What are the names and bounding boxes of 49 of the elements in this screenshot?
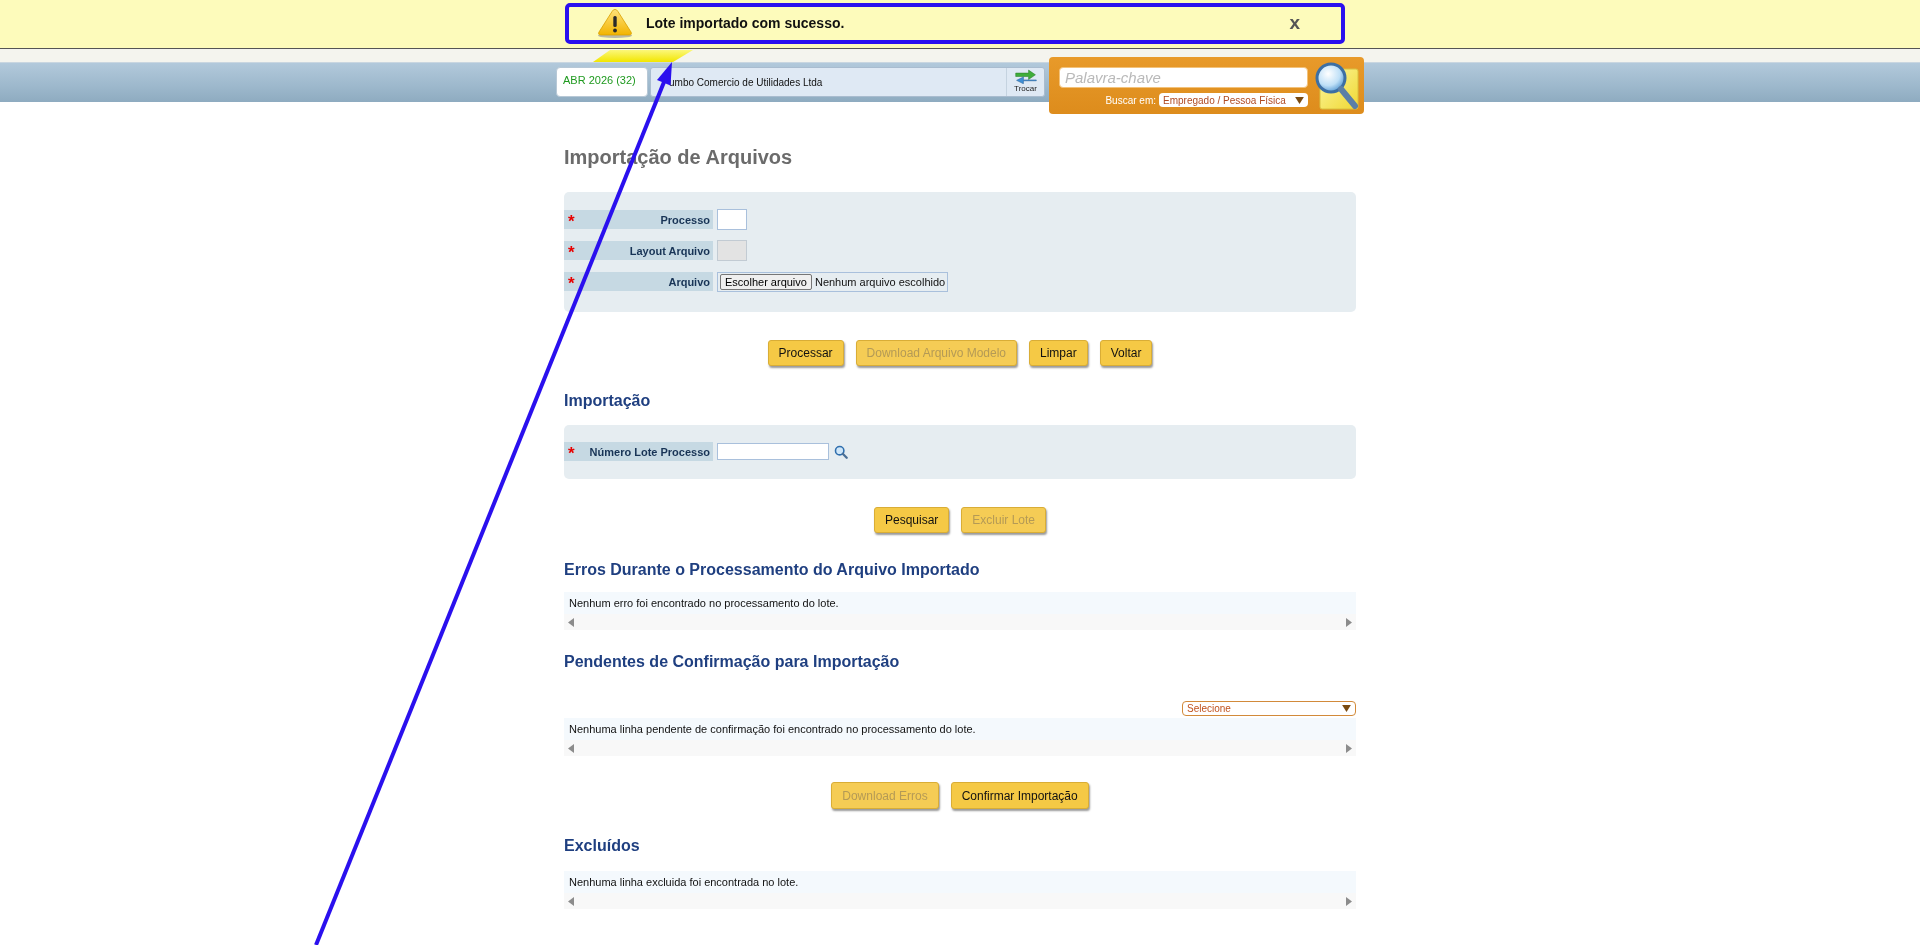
required-mark: * xyxy=(568,444,575,459)
action-button[interactable]: Limpar xyxy=(1029,340,1088,366)
section-heading: Pendentes de Confirmação para Importação xyxy=(564,652,901,672)
file-status-text: Nenhum arquivo escolhido xyxy=(814,275,946,288)
file-field[interactable]: Escolher arquivo Nenhum arquivo escolhido xyxy=(717,271,949,292)
filter-select[interactable]: Selecione xyxy=(1182,701,1356,716)
caret-icon xyxy=(1342,705,1351,712)
warning-icon xyxy=(596,8,634,38)
caret-icon xyxy=(1295,96,1304,104)
field-label: Número Lote Processo xyxy=(589,445,710,458)
horizontal-scrollbar[interactable] xyxy=(564,740,1356,756)
section-heading: Excluídos xyxy=(564,836,641,856)
scroll-right-icon[interactable] xyxy=(1346,617,1352,627)
scroll-right-icon[interactable] xyxy=(1346,743,1352,753)
scroll-left-icon[interactable] xyxy=(568,743,574,753)
field-label: Layout Arquivo xyxy=(629,244,710,257)
period-tab[interactable]: ABR 2026 (32) xyxy=(556,67,648,97)
switch-company-button[interactable]: Trocar xyxy=(1006,68,1044,96)
action-button[interactable]: Voltar xyxy=(1099,340,1153,366)
horizontal-scrollbar[interactable] xyxy=(564,893,1356,909)
close-button[interactable]: x xyxy=(1286,13,1303,33)
search-icon xyxy=(1314,61,1360,111)
action-button[interactable]: Processar xyxy=(767,340,844,366)
scroll-right-icon[interactable] xyxy=(1346,896,1352,906)
choose-file-button[interactable]: Escolher arquivo xyxy=(720,273,812,290)
search-scope-select[interactable]: Empregado / Pessoa Física xyxy=(1159,93,1308,107)
notification-message: Lote importado com sucesso. xyxy=(646,15,845,31)
swap-arrows-icon xyxy=(1013,69,1038,84)
section-heading: Erros Durante o Processamento do Arquivo Importado xyxy=(564,560,981,580)
search-button[interactable] xyxy=(1314,61,1360,111)
required-mark: * xyxy=(568,243,575,258)
empty-message: Nenhuma linha pendente de confirmação foi encontrado no processamento do lote. xyxy=(564,718,1356,740)
action-button[interactable]: Confirmar Importação xyxy=(950,782,1089,809)
empty-message: Nenhuma linha excluida foi encontrada no lote. xyxy=(564,871,1356,893)
empty-message: Nenhum erro foi encontrado no processamento do lote. xyxy=(564,592,1356,614)
field-label: Arquivo xyxy=(668,275,710,288)
batch-number-field[interactable] xyxy=(717,443,829,460)
horizontal-scrollbar[interactable] xyxy=(564,614,1356,630)
section-heading: Importação xyxy=(564,391,652,411)
search-scope-label: Buscar em: xyxy=(1105,94,1156,106)
keyword-search-field[interactable]: Palavra-chave xyxy=(1059,67,1308,88)
action-button[interactable]: Pesquisar xyxy=(873,507,950,533)
text-field[interactable] xyxy=(717,209,747,230)
scroll-left-icon[interactable] xyxy=(568,896,574,906)
search-icon[interactable] xyxy=(834,444,848,459)
field-label: Processo xyxy=(660,213,710,226)
required-mark: * xyxy=(568,274,575,289)
required-mark: * xyxy=(568,212,575,227)
scroll-left-icon[interactable] xyxy=(568,617,574,627)
